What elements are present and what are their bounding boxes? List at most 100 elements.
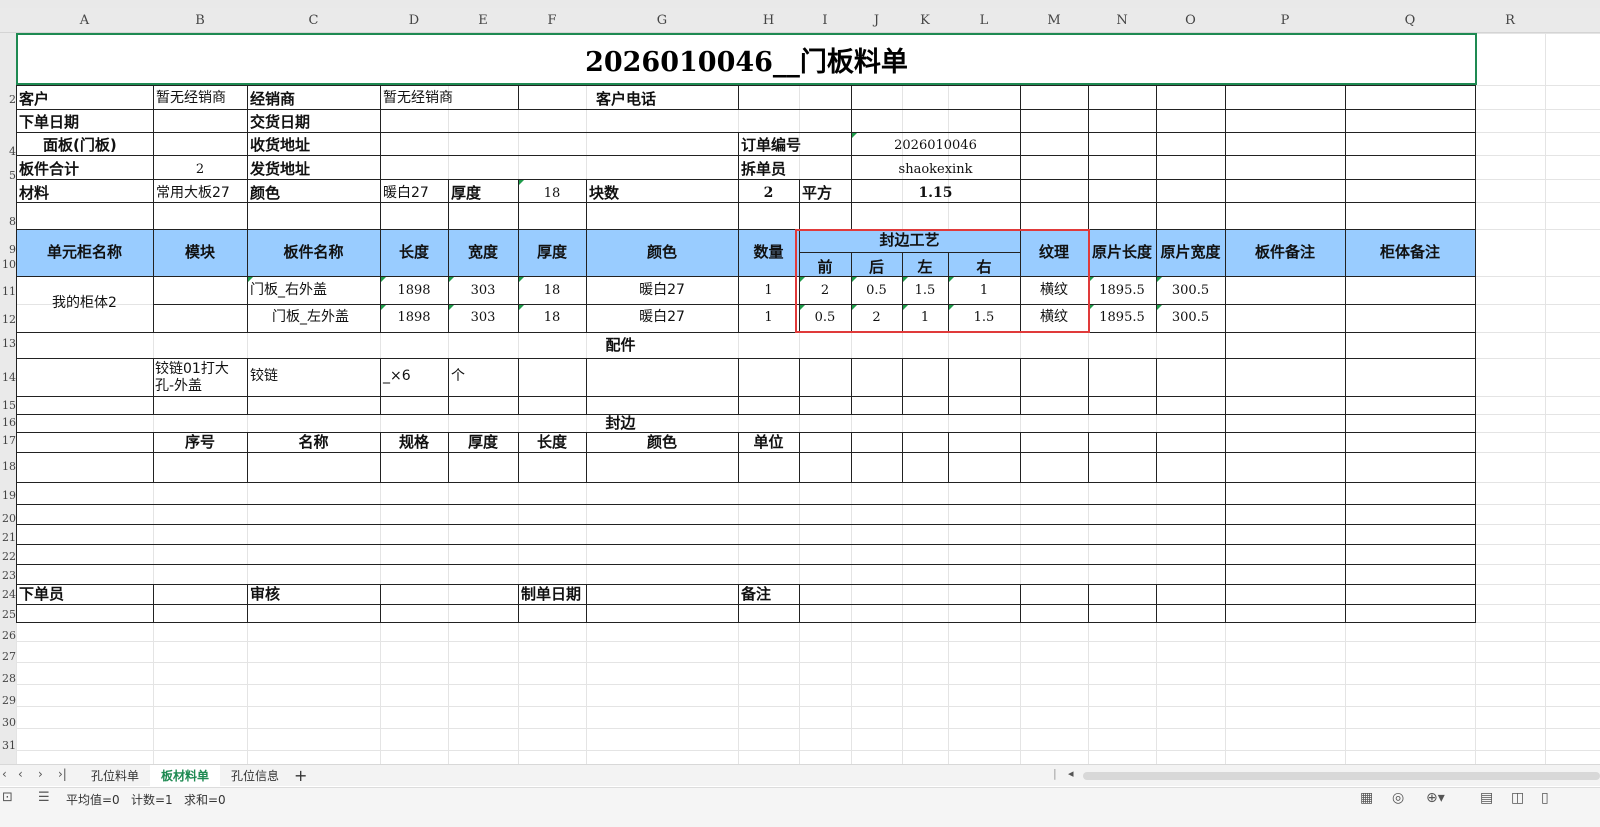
row-header-5[interactable]: 5 [0, 169, 16, 182]
page-layout-view-icon[interactable]: ▯ [1541, 790, 1549, 806]
customer-value[interactable]: 暂无经销商 [156, 90, 226, 106]
order-no-value[interactable]: 2026010046 [851, 138, 1020, 153]
row-header-19[interactable]: 19 [0, 489, 16, 502]
part-row-1-thickness[interactable]: 18 [518, 283, 586, 298]
row-header-17[interactable]: 17 [0, 434, 16, 447]
col-header-d[interactable]: D [380, 8, 448, 33]
page-break-view-icon[interactable]: ◫ [1511, 790, 1524, 806]
col-header-h[interactable]: H [738, 8, 799, 33]
part-row-2-raw-length[interactable]: 1895.5 [1088, 310, 1156, 325]
sheet-title[interactable]: 2026010046__门板料单 [16, 33, 1477, 85]
material-value[interactable]: 常用大板27 [156, 185, 230, 201]
row-header-11[interactable]: 11 [0, 285, 16, 298]
row-header-27[interactable]: 27 [0, 650, 16, 663]
row-header-15[interactable]: 15 [0, 399, 16, 412]
table-style-icon[interactable]: ▦ [1360, 790, 1373, 806]
part-row-2-raw-width[interactable]: 300.5 [1156, 310, 1225, 325]
sheet-list-icon[interactable]: ☰ [38, 790, 50, 805]
part-row-1-width[interactable]: 303 [448, 283, 518, 298]
dealer-value[interactable]: 暂无经销商 [383, 90, 453, 106]
col-header-r[interactable]: R [1475, 8, 1545, 33]
macro-icon[interactable]: ⊡ [2, 790, 13, 805]
col-header-m[interactable]: M [1020, 8, 1088, 33]
row-header-12[interactable]: 12 [0, 313, 16, 326]
col-header-f[interactable]: F [518, 8, 586, 33]
horizontal-scrollbar[interactable] [1083, 772, 1600, 780]
col-header-g[interactable]: G [586, 8, 738, 33]
edge-process-highlight-box [795, 229, 1090, 333]
part-row-1-color[interactable]: 暖白27 [586, 282, 738, 298]
part-row-1-qty[interactable]: 1 [738, 283, 799, 298]
first-sheet-icon[interactable]: ‹ [2, 767, 7, 781]
col-header-a[interactable]: A [16, 8, 153, 33]
row-header-9[interactable]: 9 [0, 243, 16, 256]
row-header-28[interactable]: 28 [0, 672, 16, 685]
part-row-1-raw-length[interactable]: 1895.5 [1088, 283, 1156, 298]
row-header-2[interactable]: 2 [0, 93, 16, 106]
gridline-horizontal [16, 706, 1600, 707]
row-header-18[interactable]: 18 [0, 460, 16, 473]
last-sheet-icon[interactable]: ›| [58, 767, 67, 781]
part-row-1-name[interactable]: 门板_右外盖 [250, 282, 327, 298]
cabinet-name-cell[interactable]: 我的柜体2 [16, 295, 153, 311]
part-row-2-thickness[interactable]: 18 [518, 310, 586, 325]
row-header-23[interactable]: 23 [0, 569, 16, 582]
part-row-1-raw-width[interactable]: 300.5 [1156, 283, 1225, 298]
count-value[interactable]: 2 [738, 185, 799, 201]
next-sheet-icon[interactable]: › [38, 767, 43, 781]
col-header-e[interactable]: E [448, 8, 518, 33]
part-total-value[interactable]: 2 [153, 162, 247, 177]
part-row-2-width[interactable]: 303 [448, 310, 518, 325]
tab-splitter-icon[interactable]: | [1053, 767, 1057, 780]
part-row-2-name[interactable]: 门板_左外盖 [272, 309, 349, 325]
tab-board-list[interactable]: 板材料单 [150, 765, 220, 789]
row-header-16[interactable]: 16 [0, 416, 16, 429]
row-header-31[interactable]: 31 [0, 739, 16, 752]
col-header-i[interactable]: I [799, 8, 851, 33]
accessory-unit[interactable]: 个 [451, 368, 465, 384]
select-all-corner[interactable] [0, 8, 16, 33]
col-header-o[interactable]: O [1156, 8, 1225, 33]
col-header-q[interactable]: Q [1345, 8, 1475, 33]
col-header-b[interactable]: B [153, 8, 247, 33]
accessory-code[interactable]: 铰链01打大孔-外盖 [155, 361, 245, 395]
row-header-4[interactable]: 4 [0, 145, 16, 158]
row-header-20[interactable]: 20 [0, 512, 16, 525]
normal-view-icon[interactable]: ▤ [1480, 790, 1493, 806]
col-header-j[interactable]: J [851, 8, 902, 33]
part-row-2-qty[interactable]: 1 [738, 310, 799, 325]
part-row-2-color[interactable]: 暖白27 [586, 309, 738, 325]
prev-sheet-icon[interactable]: ‹ [18, 767, 23, 781]
accessory-name[interactable]: 铰链 [250, 368, 278, 384]
row-header-24[interactable]: 24 [0, 588, 16, 601]
part-row-1-length[interactable]: 1898 [380, 283, 448, 298]
row-header-30[interactable]: 30 [0, 716, 16, 729]
row-header-8[interactable]: 8 [0, 215, 16, 228]
add-sheet-icon[interactable]: + [294, 766, 307, 785]
row-header-14[interactable]: 14 [0, 371, 16, 384]
col-header-l[interactable]: L [948, 8, 1020, 33]
scroll-left-icon[interactable]: ◂ [1068, 767, 1074, 780]
splitter-value[interactable]: shaokexink [851, 162, 1020, 177]
accessory-qty[interactable]: _×6 [383, 368, 411, 384]
row-header-21[interactable]: 21 [0, 531, 16, 544]
col-header-n[interactable]: N [1088, 8, 1156, 33]
color-value[interactable]: 暖白27 [383, 185, 429, 201]
row-header-13[interactable]: 13 [0, 337, 16, 350]
row-header-29[interactable]: 29 [0, 694, 16, 707]
focus-mode-icon[interactable]: ⊕▾ [1426, 790, 1445, 806]
row-header-26[interactable]: 26 [0, 629, 16, 642]
tab-hole-info[interactable]: 孔位信息 [222, 765, 288, 787]
col-header-c[interactable]: C [247, 8, 380, 33]
eye-protection-icon[interactable]: ◎ [1392, 790, 1404, 806]
col-header-k[interactable]: K [902, 8, 948, 33]
area-value[interactable]: 1.15 [851, 185, 1020, 201]
row-header-22[interactable]: 22 [0, 550, 16, 563]
row-header-25[interactable]: 25 [0, 608, 16, 621]
row-header-10[interactable]: 10 [0, 258, 16, 271]
tab-hole-list[interactable]: 孔位料单 [82, 765, 148, 787]
thickness-value[interactable]: 18 [518, 186, 586, 201]
col-header-p[interactable]: P [1225, 8, 1345, 33]
part-row-2-length[interactable]: 1898 [380, 310, 448, 325]
table-border [16, 432, 17, 483]
